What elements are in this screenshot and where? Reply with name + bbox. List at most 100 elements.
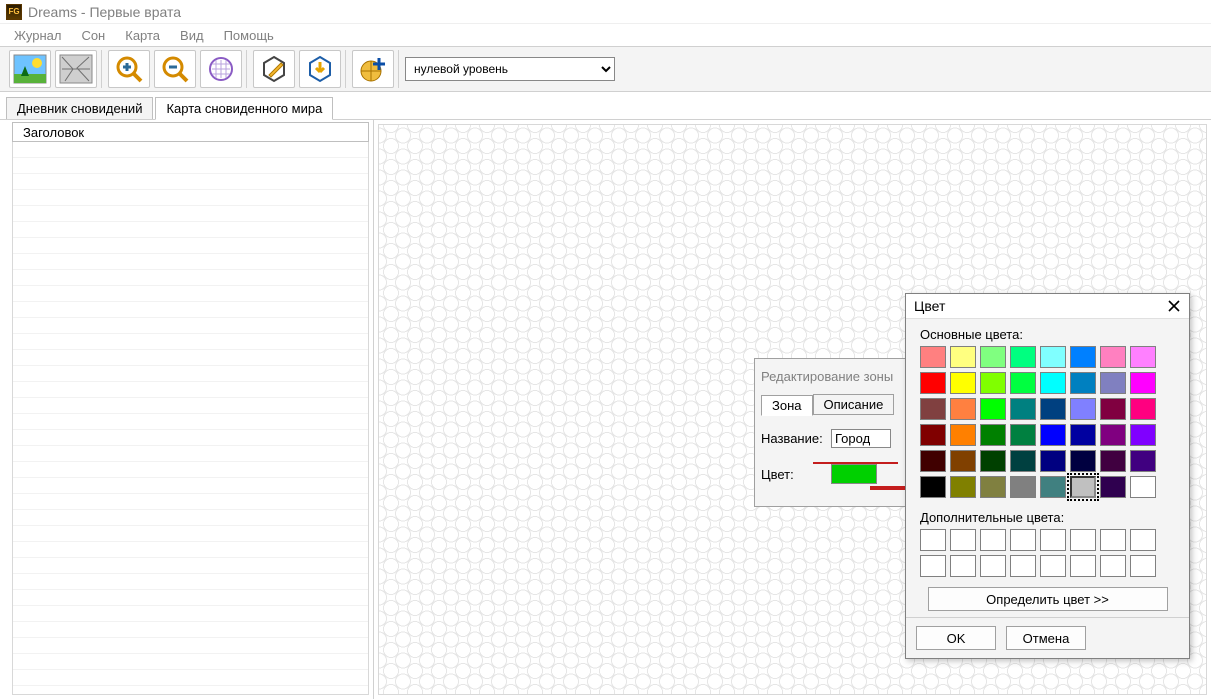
basic-color-swatch[interactable] bbox=[1040, 372, 1066, 394]
menu-map[interactable]: Карта bbox=[115, 26, 170, 45]
cracked-texture-icon[interactable] bbox=[55, 50, 97, 88]
basic-color-swatch[interactable] bbox=[1130, 424, 1156, 446]
basic-color-swatch[interactable] bbox=[1010, 372, 1036, 394]
basic-color-swatch[interactable] bbox=[1040, 346, 1066, 368]
tab-diary[interactable]: Дневник сновидений bbox=[6, 97, 153, 119]
basic-colors-grid bbox=[906, 346, 1189, 502]
basic-color-swatch[interactable] bbox=[1010, 476, 1036, 498]
custom-color-swatch[interactable] bbox=[1010, 529, 1036, 551]
menu-dream[interactable]: Сон bbox=[71, 26, 115, 45]
basic-color-swatch[interactable] bbox=[1100, 346, 1126, 368]
basic-color-swatch[interactable] bbox=[1010, 346, 1036, 368]
custom-color-swatch[interactable] bbox=[980, 529, 1006, 551]
basic-color-swatch[interactable] bbox=[1130, 346, 1156, 368]
basic-color-swatch[interactable] bbox=[1130, 398, 1156, 420]
basic-color-swatch[interactable] bbox=[920, 372, 946, 394]
basic-color-swatch[interactable] bbox=[1010, 424, 1036, 446]
basic-color-swatch[interactable] bbox=[1130, 372, 1156, 394]
globe-add-icon[interactable] bbox=[352, 50, 394, 88]
window-title: Dreams - Первые врата bbox=[28, 4, 181, 20]
basic-color-swatch[interactable] bbox=[1130, 476, 1156, 498]
cancel-button[interactable]: Отмена bbox=[1006, 626, 1086, 650]
zoom-in-icon[interactable] bbox=[108, 50, 150, 88]
custom-color-swatch[interactable] bbox=[1130, 529, 1156, 551]
titlebar: FG Dreams - Первые врата bbox=[0, 0, 1211, 24]
zone-color-swatch[interactable] bbox=[831, 464, 877, 484]
basic-color-swatch[interactable] bbox=[920, 398, 946, 420]
daytime-scene-icon[interactable] bbox=[9, 50, 51, 88]
basic-color-swatch[interactable] bbox=[980, 372, 1006, 394]
basic-color-swatch[interactable] bbox=[1070, 372, 1096, 394]
basic-color-swatch[interactable] bbox=[980, 424, 1006, 446]
define-color-button[interactable]: Определить цвет >> bbox=[928, 587, 1168, 611]
basic-color-swatch[interactable] bbox=[950, 450, 976, 472]
color-dialog-title: Цвет bbox=[914, 298, 945, 314]
basic-color-swatch[interactable] bbox=[1070, 424, 1096, 446]
basic-color-swatch[interactable] bbox=[1070, 398, 1096, 420]
menubar: Журнал Сон Карта Вид Помощь bbox=[0, 24, 1211, 46]
basic-color-swatch[interactable] bbox=[1040, 398, 1066, 420]
basic-color-swatch[interactable] bbox=[1040, 476, 1066, 498]
custom-color-swatch[interactable] bbox=[950, 555, 976, 577]
zoom-out-icon[interactable] bbox=[154, 50, 196, 88]
basic-color-swatch[interactable] bbox=[1070, 476, 1096, 498]
basic-color-swatch[interactable] bbox=[920, 424, 946, 446]
custom-color-swatch[interactable] bbox=[1100, 529, 1126, 551]
menu-view[interactable]: Вид bbox=[170, 26, 214, 45]
basic-color-swatch[interactable] bbox=[1010, 450, 1036, 472]
menu-help[interactable]: Помощь bbox=[214, 26, 284, 45]
zone-tab-desc[interactable]: Описание bbox=[813, 394, 895, 415]
basic-color-swatch[interactable] bbox=[1100, 450, 1126, 472]
custom-color-swatch[interactable] bbox=[980, 555, 1006, 577]
basic-color-swatch[interactable] bbox=[1130, 450, 1156, 472]
basic-color-swatch[interactable] bbox=[920, 346, 946, 368]
basic-color-swatch[interactable] bbox=[950, 398, 976, 420]
ok-button[interactable]: OK bbox=[916, 626, 996, 650]
custom-color-swatch[interactable] bbox=[920, 555, 946, 577]
zone-name-label: Название: bbox=[761, 431, 831, 446]
basic-color-swatch[interactable] bbox=[950, 424, 976, 446]
zone-name-input[interactable] bbox=[831, 429, 891, 448]
app-icon: FG bbox=[6, 4, 22, 20]
custom-color-swatch[interactable] bbox=[1010, 555, 1036, 577]
list-body[interactable] bbox=[12, 142, 369, 695]
basic-color-swatch[interactable] bbox=[1100, 372, 1126, 394]
basic-color-swatch[interactable] bbox=[1100, 476, 1126, 498]
export-hex-icon[interactable] bbox=[299, 50, 341, 88]
zone-tab-zone[interactable]: Зона bbox=[761, 395, 813, 416]
custom-color-swatch[interactable] bbox=[950, 529, 976, 551]
custom-color-swatch[interactable] bbox=[1040, 529, 1066, 551]
edit-hex-icon[interactable] bbox=[253, 50, 295, 88]
basic-color-swatch[interactable] bbox=[980, 450, 1006, 472]
basic-color-swatch[interactable] bbox=[1040, 450, 1066, 472]
main-tabs: Дневник сновидений Карта сновиденного ми… bbox=[0, 92, 1211, 120]
menu-journal[interactable]: Журнал bbox=[4, 26, 71, 45]
basic-color-swatch[interactable] bbox=[1040, 424, 1066, 446]
zoom-grid-icon[interactable] bbox=[200, 50, 242, 88]
annotation-underline bbox=[813, 462, 898, 464]
basic-color-swatch[interactable] bbox=[980, 476, 1006, 498]
custom-color-swatch[interactable] bbox=[1130, 555, 1156, 577]
basic-color-swatch[interactable] bbox=[950, 346, 976, 368]
basic-color-swatch[interactable] bbox=[950, 372, 976, 394]
basic-color-swatch[interactable] bbox=[1070, 450, 1096, 472]
zone-edit-dialog: Редактирование зоны Зона Описание Назван… bbox=[754, 358, 914, 507]
list-header[interactable]: Заголовок bbox=[12, 122, 369, 142]
custom-color-swatch[interactable] bbox=[1070, 555, 1096, 577]
basic-color-swatch[interactable] bbox=[1010, 398, 1036, 420]
basic-color-swatch[interactable] bbox=[1100, 424, 1126, 446]
tab-map[interactable]: Карта сновиденного мира bbox=[155, 97, 333, 120]
custom-color-swatch[interactable] bbox=[920, 529, 946, 551]
basic-color-swatch[interactable] bbox=[1100, 398, 1126, 420]
custom-color-swatch[interactable] bbox=[1100, 555, 1126, 577]
basic-color-swatch[interactable] bbox=[980, 398, 1006, 420]
basic-color-swatch[interactable] bbox=[920, 450, 946, 472]
basic-color-swatch[interactable] bbox=[950, 476, 976, 498]
custom-color-swatch[interactable] bbox=[1040, 555, 1066, 577]
basic-color-swatch[interactable] bbox=[920, 476, 946, 498]
basic-color-swatch[interactable] bbox=[980, 346, 1006, 368]
custom-color-swatch[interactable] bbox=[1070, 529, 1096, 551]
close-icon[interactable] bbox=[1167, 299, 1181, 313]
level-select[interactable]: нулевой уровень bbox=[405, 57, 615, 81]
basic-color-swatch[interactable] bbox=[1070, 346, 1096, 368]
